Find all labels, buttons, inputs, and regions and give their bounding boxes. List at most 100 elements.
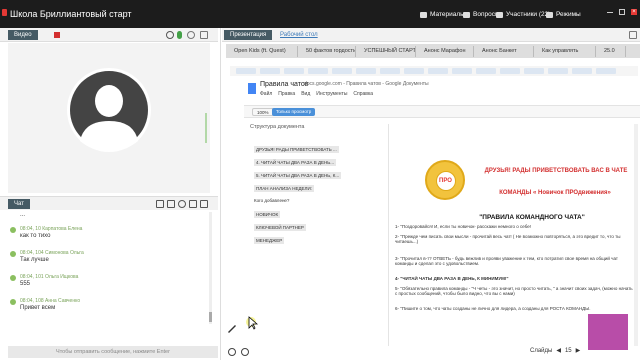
bookmark-item[interactable] xyxy=(596,68,616,74)
bookmark-item[interactable] xyxy=(548,68,568,74)
tab-chat[interactable]: Чат xyxy=(8,199,30,209)
modes-button[interactable]: Режимы xyxy=(546,11,581,18)
bookmark-item[interactable] xyxy=(236,68,256,74)
bookmark-item[interactable] xyxy=(572,68,592,74)
menu-item[interactable]: Инструменты xyxy=(316,91,347,97)
outline-item[interactable]: Кого добавлене? xyxy=(254,198,289,203)
menu-item[interactable]: Правка xyxy=(278,91,295,97)
chat-scrollbar[interactable] xyxy=(209,212,212,324)
headline-sub: КОМАНДЫ « Новичок ПРОдвижения» xyxy=(499,190,611,196)
browser-tab[interactable]: Анонс Банкет xyxy=(474,46,534,57)
bookmark-item[interactable] xyxy=(260,68,280,74)
outline-item[interactable]: ПЛАН АНАЛИЗА НЕДЕЛИ: xyxy=(254,185,314,192)
bookmarks-bar xyxy=(230,66,638,76)
tab-presentation[interactable]: Презентация xyxy=(224,30,273,40)
bookmark-item[interactable] xyxy=(428,68,448,74)
docs-logo-icon xyxy=(248,83,256,94)
document-scrollbar[interactable] xyxy=(634,124,638,346)
list-item: 08:04, 101 Ольга Ищкова 555 xyxy=(8,274,208,292)
folder-icon xyxy=(420,11,427,18)
settings-icon[interactable] xyxy=(178,200,186,208)
browser-tab[interactable]: Как управлять xyxy=(534,46,596,57)
presentation-panel-header: Презентация Рабочий стол xyxy=(222,28,640,42)
webcam-thumbnail xyxy=(588,314,628,350)
bookmark-item[interactable] xyxy=(332,68,352,74)
menu-item[interactable]: Вид xyxy=(301,91,310,97)
bookmark-item[interactable] xyxy=(308,68,328,74)
zoom-in-icon[interactable] xyxy=(228,348,236,356)
expand-icon[interactable] xyxy=(629,31,637,39)
document-outline: Структура документа ДРУЗЬЯ! РАДЫ ПРИВЕТС… xyxy=(250,124,360,324)
trash-icon[interactable] xyxy=(189,200,197,208)
materials-button[interactable]: Материалы xyxy=(420,11,465,18)
browser-tab[interactable]: Open Kids (ft. Quest) xyxy=(226,46,298,57)
outline-item[interactable]: 5. ЧИТАЙ ЧАТЫ ДВА РАЗА В ДЕНЬ, К... xyxy=(254,172,342,179)
slide-pager: Слайды ◀ 15 ▶ xyxy=(530,347,581,355)
docs-toolbar: 100% Только просмотр xyxy=(244,106,640,118)
outline-item[interactable]: 4. ЧИТАЙ ЧАТЫ ДВА РАЗА В ДЕНЬ... xyxy=(254,159,336,166)
outline-item[interactable]: НОВИЧОК xyxy=(254,211,281,218)
close-icon[interactable]: × xyxy=(631,9,637,15)
browser-tab[interactable]: Анонс Марафон xyxy=(416,46,474,57)
bookmark-item[interactable] xyxy=(524,68,544,74)
camera-icon[interactable] xyxy=(187,31,195,39)
user-status-icon xyxy=(10,251,16,257)
rule-line: 1- "Поздоровайся! И, если ты новичок- ра… xyxy=(395,224,532,229)
checkbox-icon[interactable] xyxy=(167,200,175,208)
video-panel-header: Видео xyxy=(0,28,218,42)
bookmark-item[interactable] xyxy=(452,68,472,74)
audio-level-bar xyxy=(205,113,207,143)
expand-icon[interactable] xyxy=(200,31,208,39)
document-page: ПРО ДРУЗЬЯ! РАДЫ ПРИВЕТСТВОВАТЬ ВАС В ЧА… xyxy=(388,124,638,346)
pencil-icon[interactable] xyxy=(226,322,238,334)
menu-item[interactable]: Справка xyxy=(353,91,373,97)
outline-item[interactable]: КЛЮЧЕВОЙ ПАРТНЕР xyxy=(254,224,306,231)
bookmark-item[interactable] xyxy=(404,68,424,74)
list-item: 08:04, 104 Симонова Ольга Так лучше xyxy=(8,250,208,268)
record-square-icon[interactable] xyxy=(54,32,60,38)
microphone-icon[interactable] xyxy=(177,31,182,39)
zoom-out-icon[interactable] xyxy=(241,348,249,356)
outline-item[interactable]: МЕНЕДЖЕР xyxy=(254,237,285,244)
settings-icon[interactable] xyxy=(166,31,174,39)
browser-tab[interactable]: 25.0 xyxy=(596,46,626,57)
bookmark-item[interactable] xyxy=(476,68,496,74)
view-mode-badge[interactable]: Только просмотр xyxy=(272,108,316,116)
browser-tab[interactable]: УСПЕШНЫЙ СТАРТ xyxy=(356,46,416,57)
browser-tab-strip: Open Kids (ft. Quest) 50 фактов гордости… xyxy=(226,44,640,58)
menu-item[interactable]: Файл xyxy=(260,91,272,97)
cursor-icon xyxy=(246,316,258,330)
page-number[interactable]: 15 xyxy=(565,348,572,354)
prev-page-icon[interactable]: ◀ xyxy=(556,347,561,354)
rule-line: 5- "Обязательно правила команды - "Ч чет… xyxy=(395,286,633,296)
expand-icon[interactable] xyxy=(200,200,208,208)
panel-divider[interactable] xyxy=(220,28,221,360)
outline-item[interactable]: ДРУЗЬЯ! РАДЫ ПРИВЕТСТВОВАТЬ ... xyxy=(254,146,339,153)
emblem-text: ПРО xyxy=(439,178,452,184)
maximize-icon[interactable] xyxy=(619,9,625,15)
participants-button[interactable]: Участники (22) xyxy=(496,11,550,18)
bookmark-item[interactable] xyxy=(500,68,520,74)
user-status-icon xyxy=(10,227,16,233)
bookmark-item[interactable] xyxy=(356,68,376,74)
browser-tab[interactable]: 50 фактов гордости xyxy=(298,46,356,57)
rule-line: 2- "Прежде чем писать свои мысли - прочи… xyxy=(395,234,621,244)
tab-desktop[interactable]: Рабочий стол xyxy=(274,30,324,40)
bookmark-item[interactable] xyxy=(380,68,400,74)
chat-input[interactable]: Чтобы отправить сообщение, нажмите Enter xyxy=(8,346,218,358)
scrollbar-thumb[interactable] xyxy=(209,312,212,322)
tab-video[interactable]: Видео xyxy=(8,30,38,40)
bookmark-item[interactable] xyxy=(284,68,304,74)
top-bar: Школа Бриллиантовый старт Материалы Вопр… xyxy=(0,0,640,28)
people-icon xyxy=(496,11,503,18)
video-area xyxy=(8,43,210,193)
minimize-icon[interactable] xyxy=(607,9,613,13)
docs-header: Правила чатов docs.google.com - Правила … xyxy=(244,78,640,106)
zoom-select[interactable]: 100% xyxy=(252,108,274,116)
image-icon[interactable] xyxy=(156,200,164,208)
document-title[interactable]: Правила чатов xyxy=(260,81,309,88)
user-status-icon xyxy=(10,275,16,281)
next-page-icon[interactable]: ▶ xyxy=(576,347,581,354)
questions-button[interactable]: Вопросы xyxy=(463,11,500,18)
chat-panel-header: Чат xyxy=(0,196,218,210)
